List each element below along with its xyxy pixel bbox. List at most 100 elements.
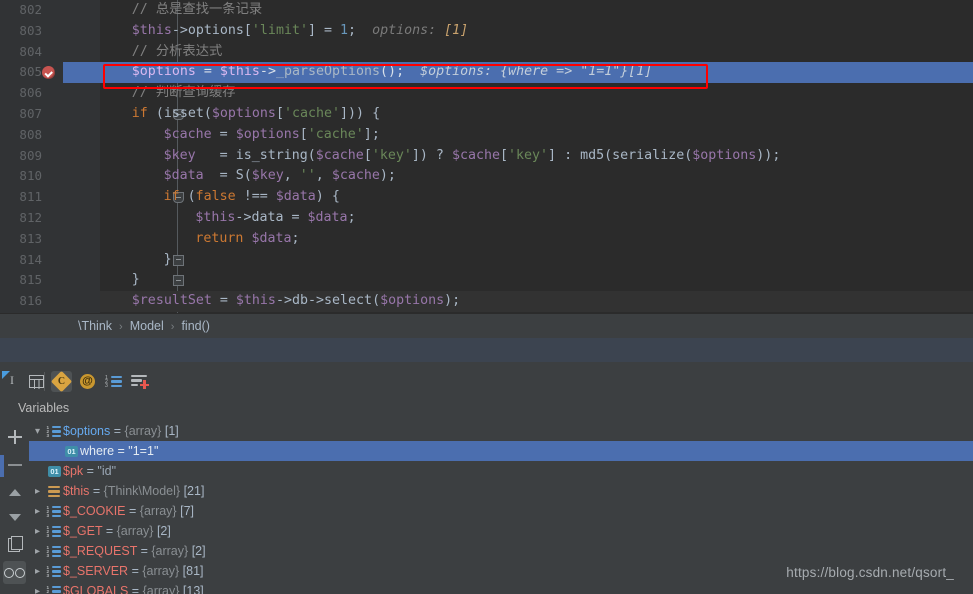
variable-name: $GLOBALS bbox=[63, 584, 129, 594]
variable-row[interactable]: 01 where = "1=1" bbox=[29, 441, 973, 461]
expand-toggle[interactable]: ▸ bbox=[29, 482, 46, 502]
gutter-line[interactable]: 807 bbox=[0, 104, 85, 125]
variable-row[interactable]: ▾ 1 2 3 $options = {array} [1] bbox=[29, 421, 973, 441]
variable-type: {array} bbox=[142, 564, 180, 578]
numbered-list-icon: 123 bbox=[105, 375, 123, 388]
code-line[interactable]: // 总是查找一条记录 bbox=[100, 0, 973, 21]
code-line[interactable]: } bbox=[100, 270, 973, 291]
code-line[interactable]: $resultSet = $this->db->select($options)… bbox=[100, 291, 973, 312]
gutter-line[interactable]: 808 bbox=[0, 125, 85, 146]
variable-name: $pk bbox=[63, 464, 84, 478]
debugger-toolbar[interactable]: I C @ 123 bbox=[0, 367, 973, 397]
cursor-select-icon[interactable]: I bbox=[2, 371, 23, 392]
gutter-line[interactable]: 803 bbox=[0, 21, 85, 42]
numbered-list-button[interactable]: 123 bbox=[103, 371, 124, 392]
gutter-line[interactable]: 816 bbox=[0, 291, 85, 312]
add-button[interactable] bbox=[3, 425, 26, 448]
variable-type: {array} bbox=[151, 544, 189, 558]
variable-name: $_REQUEST bbox=[63, 544, 138, 558]
variable-equals: = bbox=[110, 424, 125, 438]
diamond-c-icon: C bbox=[50, 370, 73, 393]
line-number: 816 bbox=[19, 293, 42, 309]
code-line[interactable]: $cache = $options['cache']; bbox=[100, 125, 973, 146]
expand-toggle[interactable]: ▾ bbox=[29, 422, 46, 442]
line-number-gutter[interactable]: 802 803 804 805 806 807 808 809 810 811 812 813 814 8… bbox=[0, 0, 85, 313]
variable-row[interactable]: ▸ 1 2 3 $_COOKIE = {array} [7] bbox=[29, 501, 973, 521]
inspect-button[interactable]: C bbox=[50, 370, 73, 393]
variable-equals: = bbox=[137, 544, 152, 558]
variable-row[interactable]: ▸ 1 2 3 $_GET = {array} [2] bbox=[29, 521, 973, 541]
grid-icon bbox=[29, 375, 44, 389]
code-line[interactable]: } bbox=[100, 250, 973, 271]
breadcrumb-separator: › bbox=[119, 321, 123, 333]
evaluate-button[interactable]: @ bbox=[77, 371, 98, 392]
code-line[interactable]: $this->options['limit'] = 1; options: [1… bbox=[100, 21, 973, 42]
table-view-button[interactable] bbox=[26, 371, 47, 392]
breakpoint-icon[interactable] bbox=[42, 66, 55, 80]
variable-row[interactable]: ▸ 1 2 3 $_REQUEST = {array} [2] bbox=[29, 541, 973, 561]
variable-type: {array} bbox=[116, 524, 154, 538]
gutter-line[interactable]: 804 bbox=[0, 42, 85, 63]
code-folding-gutter[interactable] bbox=[85, 0, 184, 313]
expand-toggle[interactable]: ▸ bbox=[29, 562, 46, 582]
breadcrumb-item[interactable]: \Think bbox=[78, 314, 112, 339]
variable-row[interactable]: ▸123$GLOBALS = {array} [13] bbox=[29, 581, 973, 594]
gutter-line[interactable]: 809 bbox=[0, 146, 85, 167]
variables-title: Variables bbox=[18, 401, 70, 415]
variables-header-bar: Variables bbox=[0, 396, 973, 421]
variable-name: $_COOKIE bbox=[63, 504, 126, 518]
arrow-down-icon[interactable] bbox=[3, 506, 26, 529]
breadcrumb-bar: \Think › Model › find() bbox=[0, 313, 973, 339]
variable-row[interactable]: 01 $pk = "id" bbox=[29, 461, 973, 481]
copy-button[interactable] bbox=[3, 533, 26, 556]
line-number: 812 bbox=[19, 209, 42, 225]
arrow-up-icon[interactable] bbox=[3, 481, 26, 504]
line-number: 804 bbox=[19, 43, 42, 59]
breadcrumb-item[interactable]: find() bbox=[181, 314, 209, 339]
variable-row[interactable]: ▸ $this = {Think\Model} [21] bbox=[29, 481, 973, 501]
gutter-line[interactable]: 806 bbox=[0, 83, 85, 104]
variable-count: [7] bbox=[180, 504, 195, 518]
gutter-line[interactable]: 810 bbox=[0, 166, 85, 187]
watches-button[interactable] bbox=[3, 561, 26, 584]
line-number: 811 bbox=[19, 189, 42, 205]
expand-toggle[interactable]: ▸ bbox=[29, 542, 46, 562]
array-icon: 123 bbox=[46, 422, 63, 442]
gutter-line[interactable]: 813 bbox=[0, 229, 85, 250]
gutter-line[interactable]: 812 bbox=[0, 208, 85, 229]
expand-toggle[interactable]: ▸ bbox=[29, 582, 46, 594]
variable-name: $options bbox=[63, 424, 111, 438]
code-text: if (isset($options['cache'])) { bbox=[131, 105, 381, 121]
code-text: $this->data = $data; bbox=[195, 209, 356, 225]
expand-toggle[interactable]: ▸ bbox=[29, 522, 46, 542]
variable-type: {Think\Model} bbox=[103, 484, 181, 498]
code-line[interactable]: $data = S($key, '', $cache); bbox=[100, 166, 973, 187]
scalar-icon: 01 bbox=[46, 462, 63, 482]
variable-value: "1=1" bbox=[128, 444, 159, 458]
code-line[interactable]: if (false !== $data) { bbox=[100, 187, 973, 208]
breadcrumb-separator: › bbox=[170, 321, 175, 333]
gutter-line[interactable]: 814 bbox=[0, 250, 85, 271]
inline-debug-value: [1] bbox=[436, 22, 469, 38]
code-text: } bbox=[131, 272, 140, 288]
code-line[interactable]: if (isset($options['cache'])) { bbox=[100, 104, 973, 125]
expand-toggle[interactable]: ▸ bbox=[29, 502, 46, 522]
variable-name: $_GET bbox=[63, 524, 103, 538]
code-text: $data = S($key, '', $cache); bbox=[163, 168, 396, 184]
code-editor[interactable]: 802 803 804 805 806 807 808 809 810 811 812 813 814 8… bbox=[0, 0, 973, 313]
gutter-line[interactable]: 802 bbox=[0, 0, 85, 21]
code-line[interactable]: // 分析表达式 bbox=[100, 42, 973, 63]
remove-button[interactable] bbox=[3, 453, 26, 476]
code-line[interactable]: return $data; bbox=[100, 229, 973, 250]
variable-type: {array} bbox=[142, 584, 180, 594]
variables-sidebar[interactable] bbox=[0, 421, 30, 594]
breadcrumb-item[interactable]: Model bbox=[130, 314, 164, 339]
gutter-line[interactable]: 811 bbox=[0, 187, 85, 208]
gutter-line[interactable]: 815 bbox=[0, 270, 85, 291]
add-watch-button[interactable] bbox=[129, 371, 150, 392]
variable-count: [13] bbox=[182, 584, 204, 594]
code-area[interactable]: // 总是查找一条记录 $this->options['limit'] = 1; … bbox=[100, 0, 973, 313]
breadcrumb[interactable]: \Think › Model › find() bbox=[78, 314, 210, 339]
code-line[interactable]: $key = is_string($cache['key']) ? $cache… bbox=[100, 146, 973, 167]
code-line[interactable]: $this->data = $data; bbox=[100, 208, 973, 229]
